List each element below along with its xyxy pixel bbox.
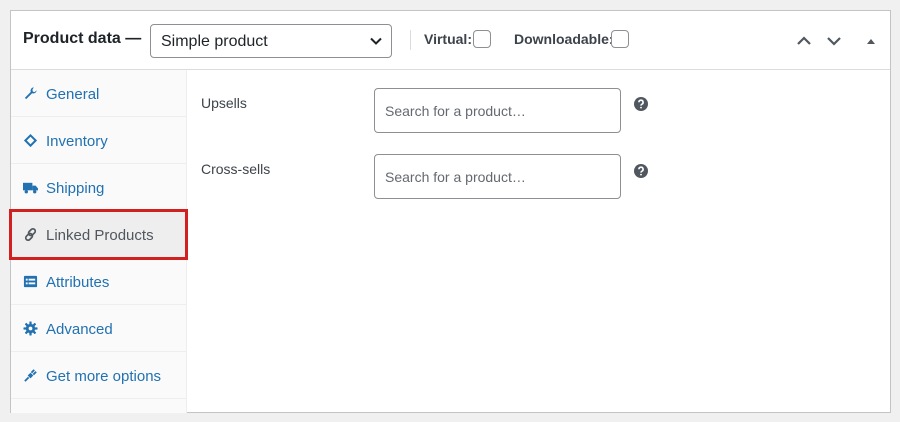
triangle-up-icon (867, 39, 875, 44)
product-data-tabs: General Inventory Shipping Linked Produc… (9, 70, 188, 413)
move-up-button[interactable] (794, 31, 814, 51)
tab-advanced[interactable]: Advanced (11, 305, 186, 352)
tab-general[interactable]: General (11, 70, 186, 117)
help-icon (634, 164, 648, 178)
crosssells-label: Cross-sells (201, 161, 271, 177)
downloadable-checkbox[interactable] (611, 30, 629, 48)
virtual-checkbox[interactable] (473, 30, 491, 48)
toggle-panel-button[interactable] (861, 31, 881, 51)
chevron-up-icon (797, 36, 811, 45)
panel-header: Product data — Simple product Virtual: D… (11, 11, 890, 70)
tab-linked-products[interactable]: Linked Products (9, 209, 188, 260)
tab-attributes[interactable]: Attributes (11, 258, 186, 305)
tab-shipping[interactable]: Shipping (11, 164, 186, 211)
tab-shipping-label: Shipping (46, 180, 105, 197)
upsells-label: Upsells (201, 95, 247, 111)
wrench-icon (24, 87, 37, 100)
plug-icon (24, 369, 37, 382)
header-divider (410, 30, 411, 50)
product-type-value: Simple product (161, 33, 268, 50)
tag-icon (23, 133, 38, 148)
tab-inventory-label: Inventory (46, 133, 108, 150)
product-data-panel: Product data — Simple product Virtual: D… (9, 10, 891, 413)
upsells-search-input[interactable] (374, 88, 621, 133)
move-down-button[interactable] (824, 31, 844, 51)
tab-get-more-options-label: Get more options (46, 368, 162, 385)
chevron-down-icon (370, 37, 382, 45)
product-type-select[interactable]: Simple product (150, 24, 392, 58)
tab-attributes-label: Attributes (46, 274, 110, 291)
gear-icon (23, 321, 38, 336)
tab-get-more-options[interactable]: Get more options (11, 352, 186, 399)
tab-linked-products-label: Linked Products (46, 227, 154, 244)
truck-icon (23, 182, 38, 194)
tab-general-label: General (46, 86, 100, 103)
crosssells-search-input[interactable] (374, 154, 621, 199)
link-icon (24, 227, 37, 242)
virtual-label: Virtual: (424, 31, 472, 47)
chevron-down-icon (827, 37, 841, 46)
downloadable-label: Downloadable: (514, 31, 614, 47)
tab-advanced-label: Advanced (46, 321, 113, 338)
panel-title: Product data — (23, 30, 142, 47)
help-icon (634, 97, 648, 111)
list-icon (23, 275, 38, 288)
tab-inventory[interactable]: Inventory (11, 117, 186, 164)
